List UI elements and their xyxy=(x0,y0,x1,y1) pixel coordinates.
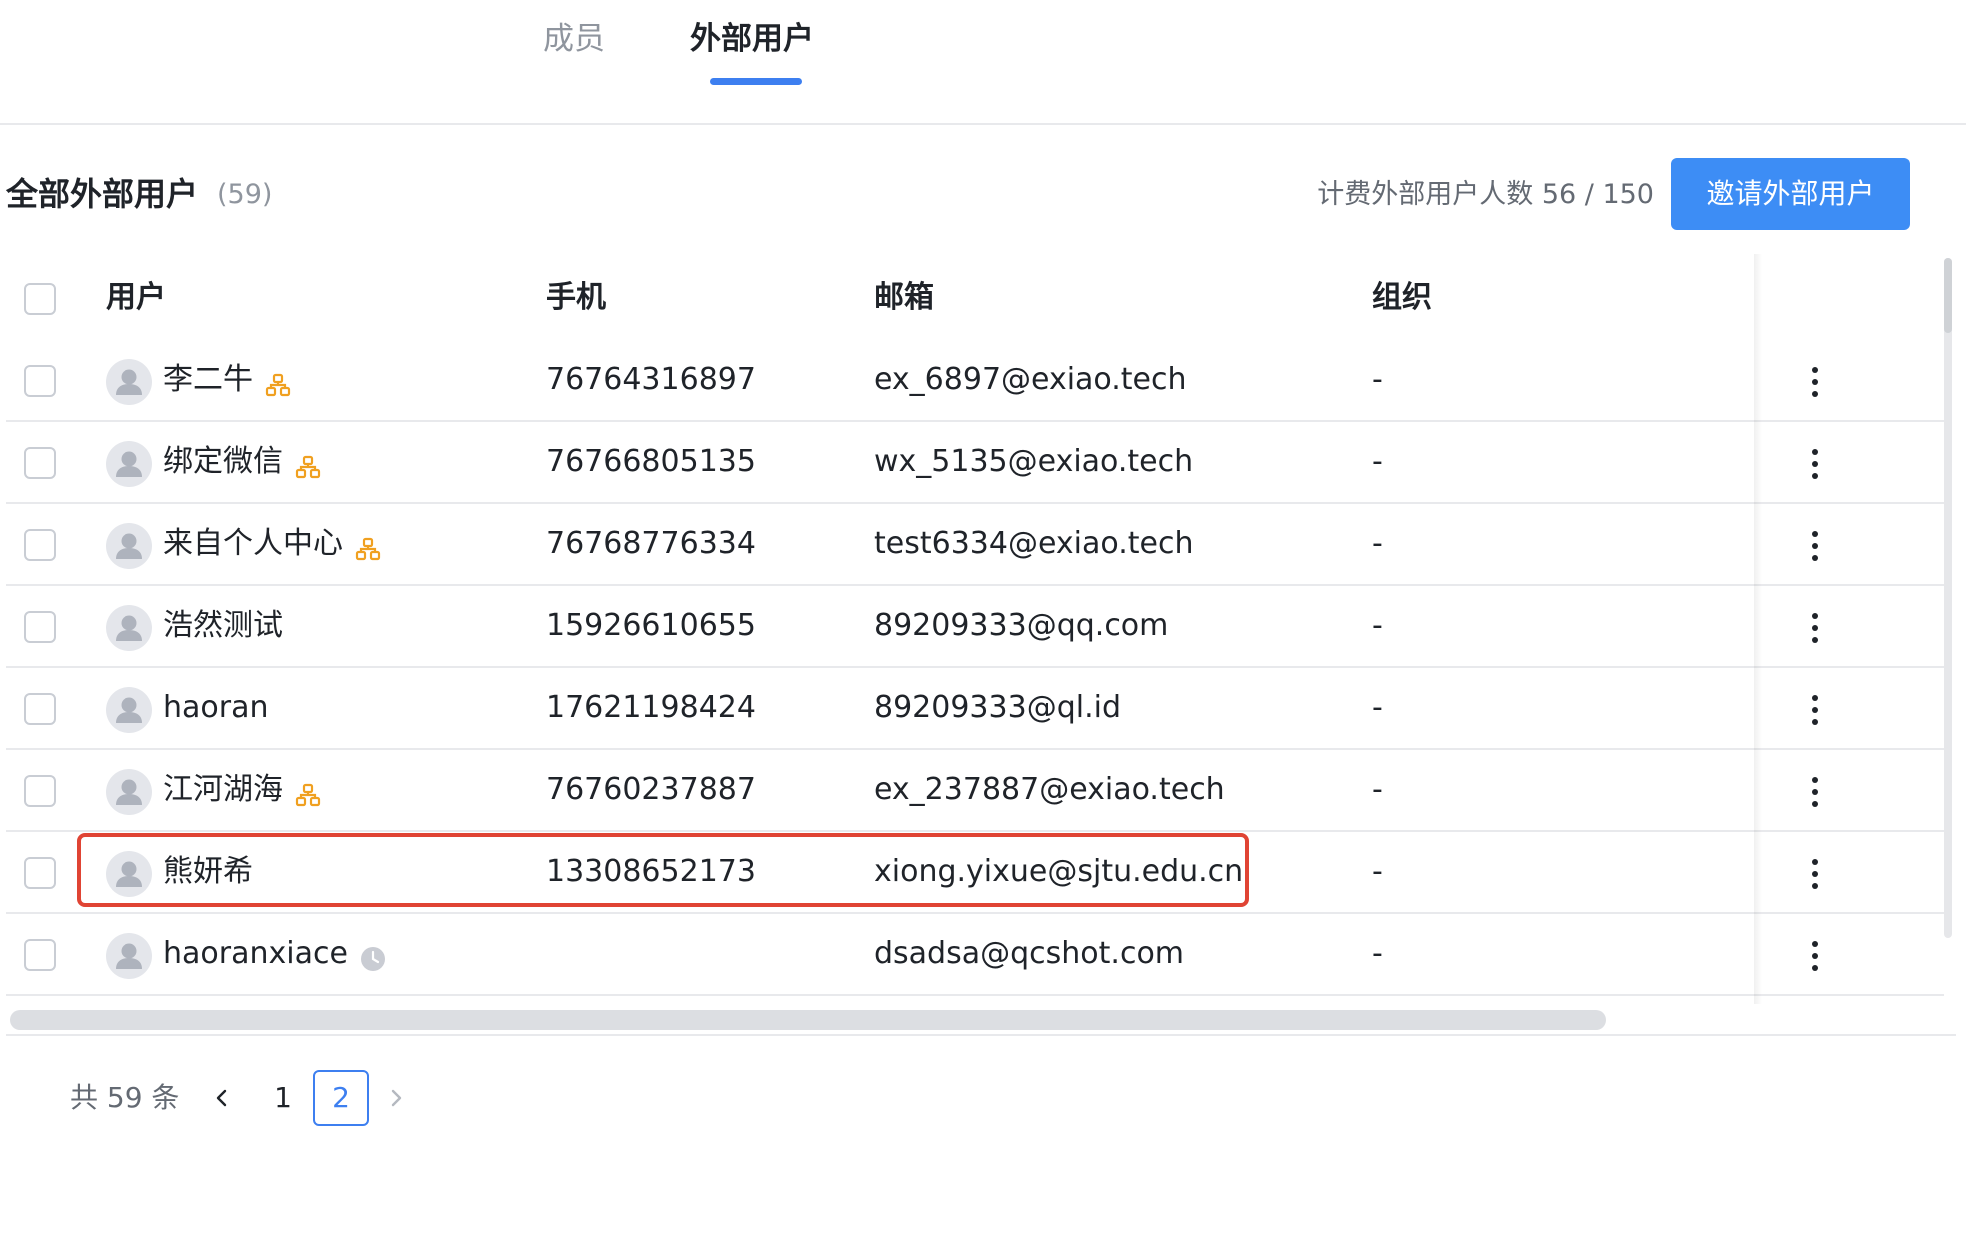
phone-cell: 17621198424 xyxy=(546,690,756,725)
clock-icon xyxy=(360,941,386,971)
email-cell: dsadsa@qcshot.com xyxy=(874,936,1185,971)
row-checkbox[interactable] xyxy=(24,693,56,725)
page-1-button[interactable]: 1 xyxy=(262,1070,304,1126)
more-actions-icon[interactable] xyxy=(1808,362,1822,402)
org-tree-icon xyxy=(355,531,381,561)
user-name-cell: 来自个人中心 xyxy=(163,522,381,566)
email-cell: wx_5135@exiao.tech xyxy=(874,444,1194,479)
phone-cell: 76764316897 xyxy=(546,362,756,397)
user-name-cell: haoran xyxy=(163,686,268,730)
org-cell: - xyxy=(1372,444,1383,479)
more-actions-icon[interactable] xyxy=(1808,608,1822,648)
org-cell: - xyxy=(1372,690,1383,725)
row-checkbox[interactable] xyxy=(24,775,56,807)
org-cell: - xyxy=(1372,608,1383,643)
avatar xyxy=(106,441,152,487)
more-actions-icon[interactable] xyxy=(1808,772,1822,812)
column-header-phone: 手机 xyxy=(546,280,606,315)
invite-external-user-button[interactable]: 邀请外部用户 xyxy=(1671,158,1910,230)
table-row[interactable]: haoranxiace dsadsa@qcshot.com - xyxy=(6,914,1944,996)
table-row[interactable]: 浩然测试 15926610655 89209333@qq.com - xyxy=(6,586,1944,668)
tab-bar: 成员 外部用户 xyxy=(0,0,1966,125)
phone-cell: 15926610655 xyxy=(546,608,756,643)
email-cell: test6334@exiao.tech xyxy=(874,526,1194,561)
phone-cell: 76768776334 xyxy=(546,526,756,561)
table-header: 用户 手机 邮箱 组织 xyxy=(6,254,1944,340)
email-cell: ex_6897@exiao.tech xyxy=(874,362,1187,397)
user-name: haoran xyxy=(163,690,269,725)
user-name: 李二牛 xyxy=(163,362,253,397)
more-actions-icon[interactable] xyxy=(1808,854,1822,894)
org-cell: - xyxy=(1372,936,1383,971)
page-2-button[interactable]: 2 xyxy=(313,1070,369,1126)
avatar xyxy=(106,687,152,733)
column-header-org: 组织 xyxy=(1372,280,1432,315)
select-all-checkbox[interactable] xyxy=(24,283,56,315)
org-cell: - xyxy=(1372,854,1383,889)
phone-cell: 76760237887 xyxy=(546,772,756,807)
avatar xyxy=(106,933,152,979)
vertical-scrollbar-thumb[interactable] xyxy=(1944,258,1952,333)
user-name: 江河湖海 xyxy=(163,772,283,807)
list-count: (59) xyxy=(217,179,273,210)
pagination-total: 共 59 条 xyxy=(70,1081,180,1114)
prev-page-icon[interactable] xyxy=(208,1084,236,1112)
user-name: 来自个人中心 xyxy=(163,526,343,561)
email-cell: ex_237887@exiao.tech xyxy=(874,772,1225,807)
org-cell: - xyxy=(1372,772,1383,807)
list-title: 全部外部用户 xyxy=(6,175,199,213)
vertical-scrollbar[interactable] xyxy=(1944,258,1952,938)
row-checkbox[interactable] xyxy=(24,857,56,889)
org-cell: - xyxy=(1372,362,1383,397)
row-checkbox[interactable] xyxy=(24,529,56,561)
highlighted-row-outline xyxy=(77,833,1249,907)
row-checkbox[interactable] xyxy=(24,611,56,643)
row-checkbox[interactable] xyxy=(24,365,56,397)
phone-cell: 76766805135 xyxy=(546,444,756,479)
more-actions-icon[interactable] xyxy=(1808,444,1822,484)
org-tree-icon xyxy=(295,777,321,807)
column-header-user: 用户 xyxy=(106,280,166,315)
tab-external-users[interactable]: 外部用户 xyxy=(690,18,814,60)
avatar xyxy=(106,523,152,569)
tab-members[interactable]: 成员 xyxy=(543,18,605,60)
avatar xyxy=(106,769,152,815)
row-checkbox[interactable] xyxy=(24,447,56,479)
table-row[interactable]: haoran 17621198424 89209333@ql.id - xyxy=(6,668,1944,750)
user-name-cell: 绑定微信 xyxy=(163,440,321,484)
user-name: 绑定微信 xyxy=(163,444,283,479)
horizontal-scrollbar-thumb[interactable] xyxy=(10,1010,1606,1030)
email-cell: 89209333@ql.id xyxy=(874,690,1121,725)
user-name: haoranxiace xyxy=(163,936,348,971)
user-name-cell: haoranxiace xyxy=(163,932,386,976)
fixed-column-shadow xyxy=(1754,254,1762,1004)
user-name: 浩然测试 xyxy=(163,608,283,643)
avatar xyxy=(106,359,152,405)
more-actions-icon[interactable] xyxy=(1808,690,1822,730)
next-page-icon[interactable] xyxy=(382,1084,410,1112)
more-actions-icon[interactable] xyxy=(1808,526,1822,566)
row-checkbox[interactable] xyxy=(24,939,56,971)
table-row[interactable]: 李二牛 76764316897 ex_6897@exiao.tech - xyxy=(6,340,1944,422)
horizontal-scrollbar[interactable] xyxy=(6,1004,1956,1036)
active-tab-indicator xyxy=(710,78,802,85)
user-name-cell: 李二牛 xyxy=(163,358,291,402)
org-tree-icon xyxy=(265,367,291,397)
email-cell: 89209333@qq.com xyxy=(874,608,1169,643)
org-tree-icon xyxy=(295,449,321,479)
column-header-email: 邮箱 xyxy=(874,280,934,315)
billing-summary: 计费外部用户人数 56 / 150 xyxy=(1317,179,1654,210)
user-name-cell: 浩然测试 xyxy=(163,604,283,648)
user-name-cell: 江河湖海 xyxy=(163,768,321,812)
more-actions-icon[interactable] xyxy=(1808,936,1822,976)
table-row[interactable]: 来自个人中心 76768776334 test6334@exiao.tech - xyxy=(6,504,1944,586)
table-row[interactable]: 江河湖海 76760237887 ex_237887@exiao.tech - xyxy=(6,750,1944,832)
avatar xyxy=(106,605,152,651)
table-row[interactable]: 绑定微信 76766805135 wx_5135@exiao.tech - xyxy=(6,422,1944,504)
org-cell: - xyxy=(1372,526,1383,561)
